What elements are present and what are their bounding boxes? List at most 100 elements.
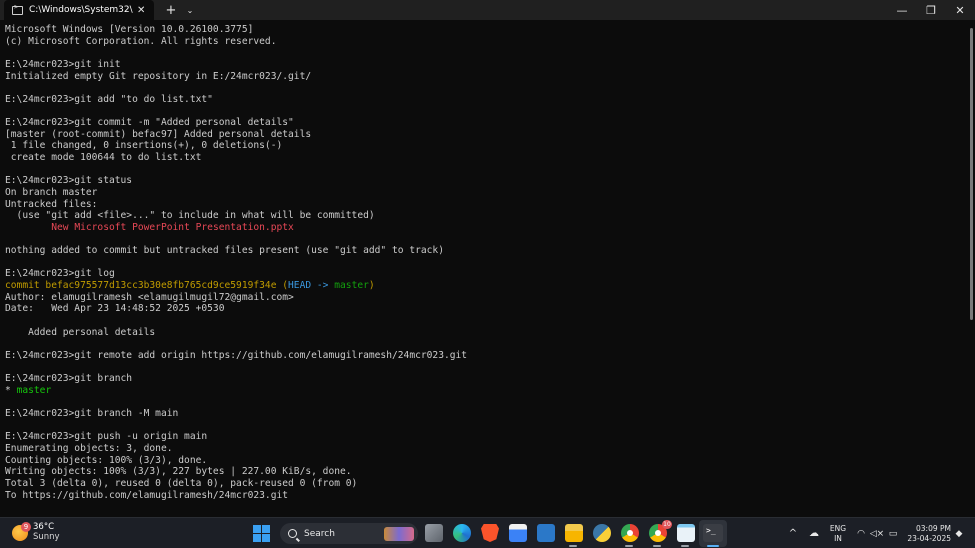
terminal-line: Enumerating objects: 3, done. (5, 443, 968, 455)
tab-dropdown-button[interactable]: ⌄ (184, 0, 196, 20)
weather-condition: Sunny (33, 532, 60, 542)
battery-icon[interactable]: ▭ (886, 518, 900, 548)
maximize-button[interactable]: ❐ (917, 0, 945, 20)
terminal-line: To https://github.com/elamugilramesh/24m… (5, 490, 968, 502)
terminal-text: E:\24mcr023>git add "to do list.txt" (5, 93, 213, 105)
terminal-text: Date: Wed Apr 23 14:48:52 2025 +0530 (5, 303, 225, 315)
minimize-button[interactable]: — (888, 0, 916, 20)
sun-icon: 9 (12, 521, 31, 541)
language-code: ENG (829, 523, 847, 533)
terminal-text: Microsoft Windows [Version 10.0.26100.37… (5, 24, 254, 35)
terminal-line: E:\24mcr023>git init (5, 59, 968, 71)
running-indicator (653, 545, 661, 547)
wifi-icon[interactable]: ◠ (855, 518, 867, 548)
terminal-text: Initialized empty Git repository in E:/2… (5, 70, 312, 82)
terminal-text: ) (368, 280, 375, 292)
volume-muted-icon[interactable]: ◁× (870, 518, 884, 548)
terminal-line: Counting objects: 100% (3/3), done. (5, 455, 968, 467)
terminal-text: create mode 100644 to do list.txt (5, 152, 202, 164)
terminal-line: E:\24mcr023>git branch (5, 373, 968, 385)
terminal-line: E:\24mcr023>git branch -M main (5, 408, 968, 420)
terminal-line: [master (root-commit) befac97] Added per… (5, 129, 968, 141)
terminal-text: To https://github.com/elamugilramesh/24m… (5, 489, 289, 501)
running-indicator (625, 545, 633, 547)
terminal-text: On branch master (5, 186, 98, 198)
close-button[interactable]: ✕ (946, 0, 974, 20)
terminal-text: E:\24mcr023>git status (5, 175, 133, 187)
clock[interactable]: 03:09 PM 23-04-2025 (905, 518, 951, 548)
terminal-icon[interactable]: >_ (703, 524, 723, 542)
terminal-text: Untracked files: (5, 198, 98, 210)
chrome-icon[interactable] (621, 524, 639, 542)
notepad-icon[interactable] (677, 524, 695, 542)
terminal-text: commit befac975577d13cc3b30e8fb765cd9ce5… (5, 280, 277, 292)
terminal-text: E:\24mcr023>git branch (5, 373, 133, 385)
terminal-line: E:\24mcr023>git commit -m "Added persona… (5, 117, 968, 129)
terminal-text: [master (root-commit) befac97] Added per… (5, 128, 312, 140)
terminal-line: create mode 100644 to do list.txt (5, 152, 968, 164)
terminal-text: E:\24mcr023>git push -u origin main (5, 431, 208, 443)
start-button[interactable] (253, 525, 270, 542)
tab-close-icon[interactable]: ✕ (137, 5, 145, 16)
terminal-line: E:\24mcr023>git remote add origin https:… (5, 350, 968, 362)
taskbar-search[interactable]: Search (280, 523, 418, 544)
terminal-line: Added personal details (5, 327, 968, 339)
terminal-line: Author: elamugilramesh <elamugilmugil72@… (5, 292, 968, 304)
task-view-icon[interactable] (425, 524, 443, 542)
terminal-text: master (16, 384, 52, 396)
cmd-icon (12, 3, 23, 15)
terminal-line: On branch master (5, 187, 968, 199)
brave-icon[interactable] (481, 524, 499, 542)
weather-widget[interactable]: 9 36°C Sunny (12, 521, 60, 543)
terminal-line: Untracked files: (5, 199, 968, 211)
new-tab-button[interactable]: + (164, 0, 178, 20)
terminal-text: Writing objects: 100% (3/3), 227 bytes |… (5, 466, 352, 478)
terminal-output[interactable]: Microsoft Windows [Version 10.0.26100.37… (0, 20, 968, 517)
onedrive-icon[interactable]: ☁ (806, 518, 822, 548)
terminal-line: (c) Microsoft Corporation. All rights re… (5, 36, 968, 48)
file-explorer-icon[interactable] (565, 524, 583, 542)
terminal-text: (c) Microsoft Corporation. All rights re… (5, 35, 277, 47)
terminal-scrollbar[interactable] (970, 28, 973, 320)
running-indicator (569, 545, 577, 547)
active-indicator (707, 545, 719, 547)
terminal-line: Writing objects: 100% (3/3), 227 bytes |… (5, 466, 968, 478)
terminal-line: Initialized empty Git repository in E:/2… (5, 71, 968, 83)
terminal-text: Total 3 (delta 0), reused 0 (delta 0), p… (5, 477, 358, 489)
search-highlight-image (384, 527, 414, 541)
vscode-icon[interactable] (537, 524, 555, 542)
terminal-line: * master (5, 385, 968, 397)
terminal-text: E:\24mcr023>git remote add origin https:… (5, 349, 468, 361)
terminal-text: Added personal details (5, 326, 156, 338)
weather-badge: 9 (21, 521, 31, 532)
language-indicator[interactable]: ENG IN (826, 518, 850, 548)
terminal-text: Author: elamugilramesh <elamugilmugil72@… (5, 291, 294, 303)
microsoft-store-icon[interactable] (509, 524, 527, 542)
terminal-line: E:\24mcr023>git push -u origin main (5, 431, 968, 443)
terminal-line: commit befac975577d13cc3b30e8fb765cd9ce5… (5, 280, 968, 292)
python-icon[interactable] (593, 524, 611, 542)
terminal-text: E:\24mcr023>git init (5, 58, 121, 70)
terminal-text: Enumerating objects: 3, done. (5, 443, 173, 455)
search-label: Search (304, 528, 335, 539)
notification-bell-icon[interactable]: ◆ (952, 518, 966, 548)
terminal-tab[interactable]: C:\Windows\System32\cmd.e ✕ (4, 0, 154, 20)
terminal-text: Counting objects: 100% (3/3), done. (5, 454, 208, 466)
terminal-text: ( (276, 280, 289, 292)
show-hidden-icons-button[interactable]: ^ (786, 518, 800, 548)
terminal-line: E:\24mcr023>git add "to do list.txt" (5, 94, 968, 106)
edge-icon[interactable] (453, 524, 471, 542)
chrome-profile-icon[interactable]: 10 (649, 520, 672, 542)
terminal-text: 1 file changed, 0 insertions(+), 0 delet… (5, 140, 283, 152)
terminal-line: E:\24mcr023>git log (5, 268, 968, 280)
title-bar: C:\Windows\System32\cmd.e ✕ + ⌄ — ❐ ✕ (0, 0, 975, 20)
terminal-line: Microsoft Windows [Version 10.0.26100.37… (5, 24, 968, 36)
